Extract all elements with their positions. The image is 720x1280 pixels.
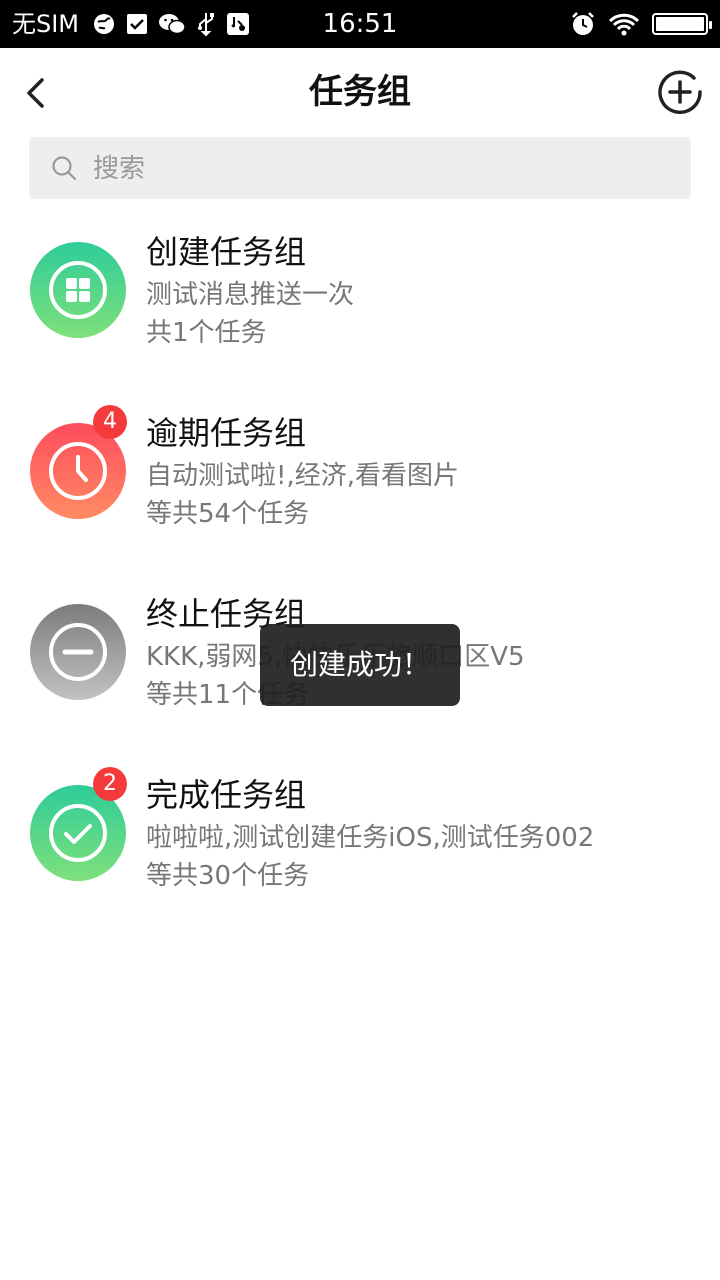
group-avatar — [30, 242, 126, 338]
group-title: 逾期任务组 — [146, 414, 307, 452]
alarm-icon — [572, 12, 594, 35]
group-task-count: 共1个任务 — [146, 318, 267, 348]
clock-icon — [49, 442, 107, 500]
navigation-bar: 任务组 — [0, 48, 720, 136]
minus-circle-icon — [49, 623, 107, 681]
group-subtitle: 自动测试啦!,经济,看看图片 — [146, 461, 459, 491]
group-task-count: 等共30个任务 — [146, 861, 310, 891]
list-item[interactable]: 4 逾期任务组 自动测试啦!,经济,看看图片 等共54个任务 — [0, 403, 720, 584]
page-title: 任务组 — [309, 72, 411, 112]
status-bar: 无SIM 16:51 — [0, 0, 720, 48]
battery-icon — [652, 13, 712, 35]
group-task-count: 等共54个任务 — [146, 499, 310, 529]
list-item[interactable]: 创建任务组 测试消息推送一次 共1个任务 — [0, 222, 720, 403]
search-bar[interactable] — [29, 137, 691, 201]
group-title: 创建任务组 — [146, 233, 307, 271]
group-subtitle: 测试消息推送一次 — [146, 280, 355, 310]
wifi-icon — [608, 13, 640, 36]
toast-message: 创建成功！ — [260, 624, 460, 706]
group-subtitle: 啦啦啦,测试创建任务iOS,测试任务002 — [146, 823, 595, 853]
plus-circle-icon — [658, 70, 702, 114]
system-icons — [570, 10, 712, 38]
grid-icon — [49, 261, 107, 319]
unread-badge: 2 — [93, 767, 127, 801]
group-title: 完成任务组 — [146, 776, 307, 814]
unread-badge: 4 — [93, 405, 127, 439]
check-circle-icon — [49, 804, 107, 862]
add-group-button[interactable] — [656, 68, 704, 116]
task-group-list: 创建任务组 测试消息推送一次 共1个任务 4 逾期任务组 自动测试啦!,经济,看… — [0, 222, 720, 946]
list-item[interactable]: 2 完成任务组 啦啦啦,测试创建任务iOS,测试任务002 等共30个任务 — [0, 765, 720, 946]
search-input[interactable] — [91, 137, 675, 201]
group-avatar — [30, 604, 126, 700]
search-icon — [52, 156, 77, 181]
